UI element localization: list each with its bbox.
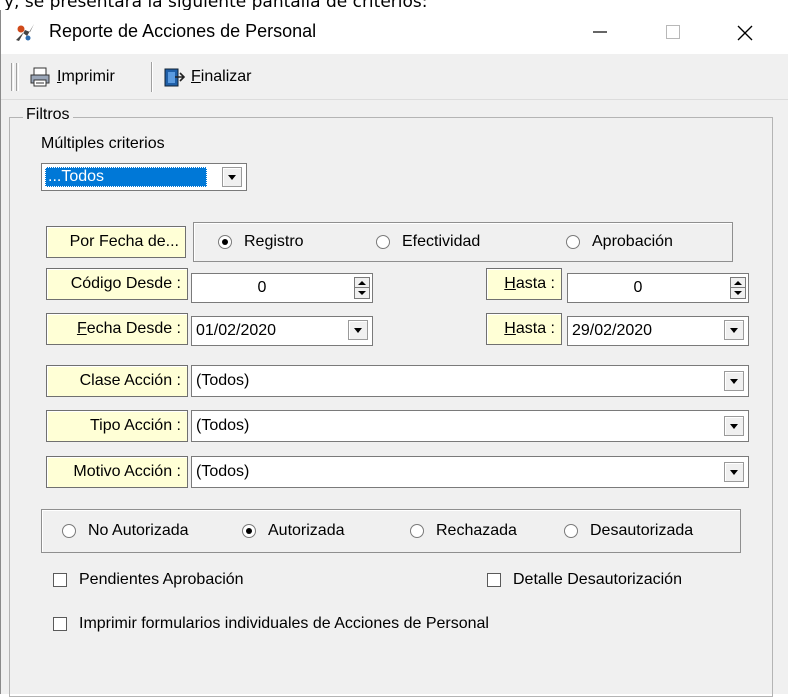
- unauthorization-detail-checkbox[interactable]: Detalle Desautorización: [487, 571, 682, 589]
- checkbox-icon: [53, 617, 67, 631]
- date-to-label: Hasta :: [486, 313, 562, 345]
- toolbar-grip[interactable]: [11, 63, 14, 91]
- code-from-value: 0: [257, 279, 267, 296]
- action-class-select[interactable]: (Todos): [191, 365, 749, 397]
- print-individual-forms-checkbox[interactable]: Imprimir formularios individuales de Acc…: [53, 615, 489, 633]
- app-icon: [16, 24, 34, 41]
- pending-approval-checkbox[interactable]: Pendientes Aprobación: [53, 571, 244, 589]
- date-mode-panel: Registro Efectividad Aprobación: [193, 222, 733, 262]
- status-rechazada-radio[interactable]: Rechazada: [410, 522, 517, 540]
- radio-selected-icon: [242, 524, 256, 538]
- checkbox-icon: [487, 573, 501, 587]
- filters-group-title: Filtros: [23, 106, 73, 124]
- selected-option-highlight: ...Todos: [45, 167, 207, 187]
- maximize-icon: [666, 25, 680, 39]
- date-mode-registro-radio[interactable]: Registro: [218, 233, 304, 251]
- spin-up-icon[interactable]: [731, 278, 745, 288]
- chevron-down-icon[interactable]: [724, 462, 744, 482]
- toolbar: Imprimir Finalizar: [1, 54, 788, 100]
- code-to-input[interactable]: 0: [567, 273, 749, 303]
- date-from-picker[interactable]: 01/02/2020: [191, 316, 373, 346]
- radio-selected-icon: [218, 235, 232, 249]
- status-desautorizada-radio[interactable]: Desautorizada: [564, 522, 693, 540]
- chevron-down-icon[interactable]: [724, 416, 744, 436]
- authorization-status-panel: No Autorizada Autorizada Rechazada Desau…: [41, 509, 741, 553]
- finish-button[interactable]: Finalizar: [163, 61, 251, 93]
- code-from-stepper[interactable]: [354, 277, 370, 299]
- action-class-value: (Todos): [196, 372, 250, 389]
- action-type-label: Tipo Acción :: [46, 410, 188, 442]
- radio-icon: [376, 235, 390, 249]
- radio-icon: [564, 524, 578, 538]
- print-button[interactable]: Imprimir: [29, 61, 115, 93]
- code-from-input[interactable]: 0: [191, 273, 373, 303]
- date-mode-efectividad-radio[interactable]: Efectividad: [376, 233, 480, 251]
- report-window: Reporte de Acciones de Personal Imprimir…: [0, 10, 788, 697]
- status-no-autorizada-radio[interactable]: No Autorizada: [62, 522, 189, 540]
- radio-icon: [62, 524, 76, 538]
- spin-down-icon[interactable]: [731, 288, 745, 298]
- action-reason-value: (Todos): [196, 463, 250, 480]
- date-mode-label: Por Fecha de...: [46, 226, 186, 258]
- toolbar-separator: [151, 62, 153, 92]
- title-bar: Reporte de Acciones de Personal: [1, 10, 788, 54]
- exit-door-icon: [164, 68, 185, 87]
- date-mode-aprobacion-radio[interactable]: Aprobación: [566, 233, 673, 251]
- radio-icon: [410, 524, 424, 538]
- action-reason-select[interactable]: (Todos): [191, 456, 749, 488]
- code-to-label: Hasta :: [486, 268, 562, 300]
- code-to-stepper[interactable]: [730, 277, 746, 299]
- action-class-label: Clase Acción :: [46, 365, 188, 397]
- chevron-down-icon[interactable]: [724, 371, 744, 391]
- date-from-label: Fecha Desde :: [46, 313, 188, 345]
- date-to-picker[interactable]: 29/02/2020: [567, 316, 749, 346]
- minimize-button[interactable]: [571, 10, 629, 54]
- action-reason-label: Motivo Acción :: [46, 456, 188, 488]
- calendar-dropdown-icon[interactable]: [348, 320, 368, 340]
- spin-down-icon[interactable]: [355, 288, 369, 298]
- minimize-icon: [593, 31, 607, 33]
- radio-icon: [566, 235, 580, 249]
- action-type-select[interactable]: (Todos): [191, 410, 749, 442]
- multiple-criteria-select[interactable]: ...Todos: [41, 163, 247, 191]
- close-button[interactable]: [715, 10, 773, 54]
- multiple-criteria-label: Múltiples criterios: [41, 135, 165, 152]
- checkbox-icon: [53, 573, 67, 587]
- calendar-dropdown-icon[interactable]: [724, 320, 744, 340]
- code-from-label: Código Desde :: [46, 268, 188, 300]
- chevron-down-icon[interactable]: [222, 167, 242, 187]
- finish-button-label: Finalizar: [191, 68, 252, 85]
- print-button-label: Imprimir: [57, 68, 115, 85]
- maximize-button[interactable]: [644, 10, 702, 54]
- date-from-value: 01/02/2020: [196, 322, 277, 339]
- toolbar-grip[interactable]: [16, 63, 19, 91]
- close-icon: [737, 25, 753, 41]
- filters-group: [9, 117, 773, 697]
- status-autorizada-radio[interactable]: Autorizada: [242, 522, 345, 540]
- printer-icon: [30, 67, 50, 87]
- spin-up-icon[interactable]: [355, 278, 369, 288]
- date-to-value: 29/02/2020: [572, 322, 653, 339]
- window-title: Reporte de Acciones de Personal: [49, 21, 317, 41]
- action-type-value: (Todos): [196, 417, 250, 434]
- code-to-value: 0: [633, 279, 643, 296]
